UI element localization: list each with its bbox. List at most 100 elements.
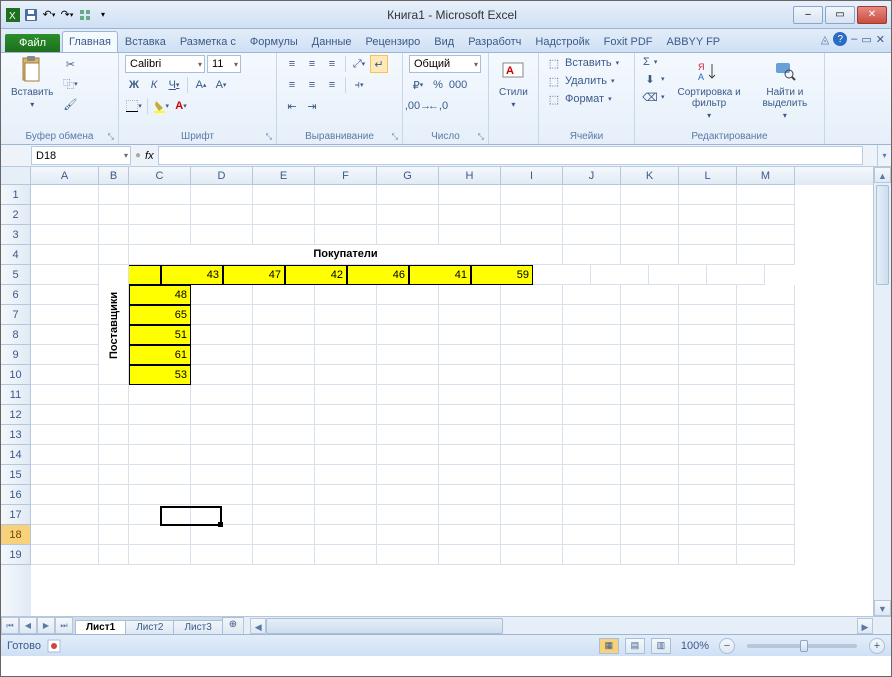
cut-icon[interactable]: ✂: [61, 55, 79, 73]
cell-M4[interactable]: [737, 245, 795, 265]
new-sheet-icon[interactable]: ⊕: [222, 617, 244, 634]
cell-J10[interactable]: [563, 365, 621, 385]
zoom-knob[interactable]: [800, 640, 808, 652]
cell-C19[interactable]: [129, 545, 191, 565]
col-header-H[interactable]: H: [439, 167, 501, 185]
cell-K16[interactable]: [621, 485, 679, 505]
col-header-A[interactable]: A: [31, 167, 99, 185]
cell-A12[interactable]: [31, 405, 99, 425]
cell-M10[interactable]: [737, 365, 795, 385]
copy-icon[interactable]: ⿻▾: [61, 75, 79, 93]
cell-D19[interactable]: [191, 545, 253, 565]
row-header-8[interactable]: 8: [1, 325, 31, 345]
cell-C9[interactable]: 61: [129, 345, 191, 365]
cell-E16[interactable]: [253, 485, 315, 505]
col-header-F[interactable]: F: [315, 167, 377, 185]
cell-A13[interactable]: [31, 425, 99, 445]
row-header-2[interactable]: 2: [1, 205, 31, 225]
cell-E14[interactable]: [253, 445, 315, 465]
cell-K15[interactable]: [621, 465, 679, 485]
cell-J2[interactable]: [563, 205, 621, 225]
cell-G19[interactable]: [377, 545, 439, 565]
cell-J16[interactable]: [563, 485, 621, 505]
cell-L16[interactable]: [679, 485, 737, 505]
cell-C2[interactable]: [129, 205, 191, 225]
cell-F12[interactable]: [315, 405, 377, 425]
cell-M11[interactable]: [737, 385, 795, 405]
cell-G6[interactable]: [377, 285, 439, 305]
cell-K17[interactable]: [621, 505, 679, 525]
cell-F3[interactable]: [315, 225, 377, 245]
cell-L4[interactable]: [679, 245, 737, 265]
cell-C14[interactable]: [129, 445, 191, 465]
cell-G10[interactable]: [377, 365, 439, 385]
cell-J11[interactable]: [563, 385, 621, 405]
ribbon-tab-6[interactable]: Вид: [427, 31, 461, 52]
cell-I16[interactable]: [501, 485, 563, 505]
cell-L18[interactable]: [679, 525, 737, 545]
cell-H2[interactable]: [439, 205, 501, 225]
cell-E1[interactable]: [253, 185, 315, 205]
cell-A17[interactable]: [31, 505, 99, 525]
cell-A1[interactable]: [31, 185, 99, 205]
cell-I14[interactable]: [501, 445, 563, 465]
save-icon[interactable]: [23, 7, 39, 23]
scroll-down-icon[interactable]: ▼: [874, 600, 891, 616]
cell-E6[interactable]: [253, 285, 315, 305]
column-headers[interactable]: ABCDEFGHIJKLM: [31, 167, 873, 185]
cell-G13[interactable]: [377, 425, 439, 445]
cell-E2[interactable]: [253, 205, 315, 225]
cell-B11[interactable]: [99, 385, 129, 405]
cell-M14[interactable]: [737, 445, 795, 465]
sheet-tab-0[interactable]: Лист1: [75, 620, 126, 634]
cell-J19[interactable]: [563, 545, 621, 565]
cell-I13[interactable]: [501, 425, 563, 445]
doc-max-icon[interactable]: ▭: [861, 33, 871, 46]
cell-F8[interactable]: [315, 325, 377, 345]
zoom-slider[interactable]: [747, 644, 857, 648]
align-center-icon[interactable]: ≡: [303, 76, 321, 94]
delete-cells-button[interactable]: ⬚Удалить ▾: [545, 73, 617, 89]
ribbon-tab-0[interactable]: Главная: [62, 31, 118, 52]
cell-K7[interactable]: [621, 305, 679, 325]
cell-D14[interactable]: [191, 445, 253, 465]
row-header-15[interactable]: 15: [1, 465, 31, 485]
col-header-L[interactable]: L: [679, 167, 737, 185]
cell-A3[interactable]: [31, 225, 99, 245]
cell-L19[interactable]: [679, 545, 737, 565]
cell-J8[interactable]: [563, 325, 621, 345]
cell-G17[interactable]: [377, 505, 439, 525]
col-header-I[interactable]: I: [501, 167, 563, 185]
row-header-13[interactable]: 13: [1, 425, 31, 445]
vertical-scrollbar[interactable]: ▲ ▼: [873, 167, 891, 616]
orientation-icon[interactable]: ⤢▾: [350, 55, 368, 73]
cell-E7[interactable]: [253, 305, 315, 325]
cell-I18[interactable]: [501, 525, 563, 545]
row-header-5[interactable]: 5: [1, 265, 31, 285]
ribbon-tab-8[interactable]: Надстройк: [528, 31, 596, 52]
row-header-7[interactable]: 7: [1, 305, 31, 325]
cell-L2[interactable]: [679, 205, 737, 225]
clipboard-dialog-icon[interactable]: ⤡: [108, 132, 114, 142]
align-left-icon[interactable]: ≡: [283, 76, 301, 94]
sheet-tab-1[interactable]: Лист2: [125, 620, 174, 634]
decrease-decimal-icon[interactable]: ←,0: [429, 97, 447, 115]
cell-K3[interactable]: [621, 225, 679, 245]
cell-H14[interactable]: [439, 445, 501, 465]
cell-L15[interactable]: [679, 465, 737, 485]
align-bottom-icon[interactable]: ≡: [323, 55, 341, 73]
cell-F7[interactable]: [315, 305, 377, 325]
cell-E13[interactable]: [253, 425, 315, 445]
cell-E8[interactable]: [253, 325, 315, 345]
cell-M19[interactable]: [737, 545, 795, 565]
cell-J1[interactable]: [563, 185, 621, 205]
col-header-M[interactable]: M: [737, 167, 795, 185]
zoom-in-button[interactable]: +: [869, 638, 885, 654]
cell-K12[interactable]: [621, 405, 679, 425]
cell-E19[interactable]: [253, 545, 315, 565]
cell-E10[interactable]: [253, 365, 315, 385]
cell-H16[interactable]: [439, 485, 501, 505]
cell-H17[interactable]: [439, 505, 501, 525]
zoom-out-button[interactable]: −: [719, 638, 735, 654]
cell-L10[interactable]: [679, 365, 737, 385]
